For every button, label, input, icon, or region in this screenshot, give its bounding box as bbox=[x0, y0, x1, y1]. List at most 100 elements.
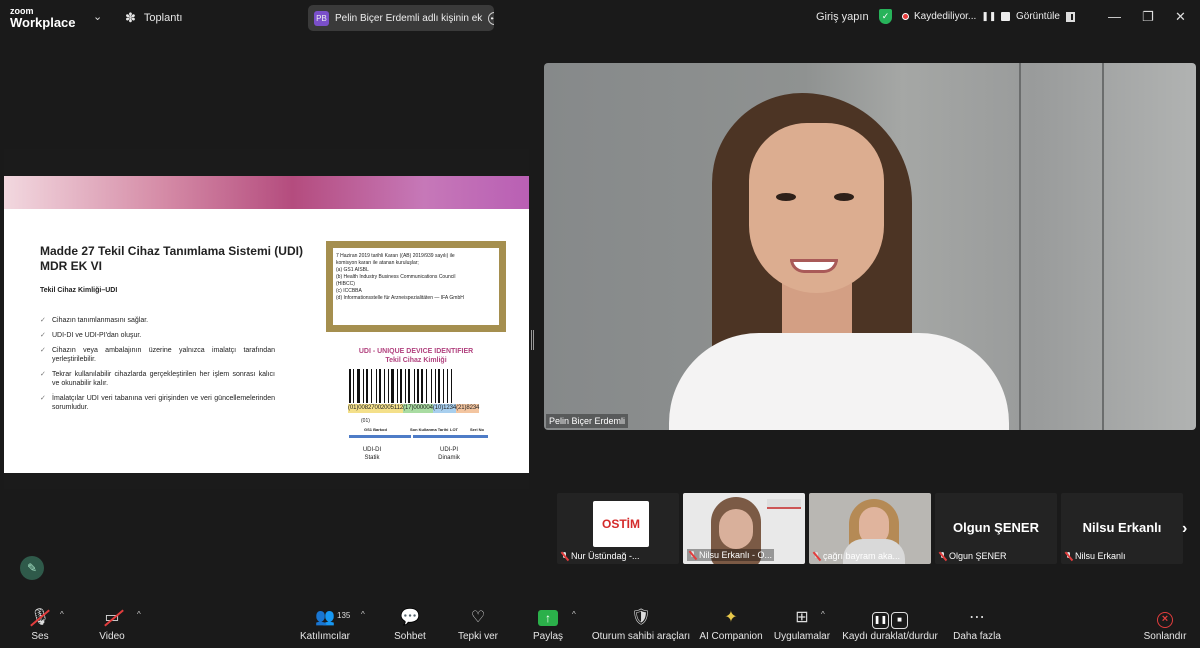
participant-big-name: Olgun ŞENER bbox=[953, 520, 1039, 535]
barcode-bar bbox=[387, 369, 389, 403]
apps-options-chevron-icon[interactable]: ^ bbox=[821, 610, 825, 619]
record-label: Kaydı duraklat/durdur bbox=[842, 631, 938, 642]
barcode-bar bbox=[446, 369, 448, 403]
participant-background-sign bbox=[767, 499, 801, 509]
box-line: (HIBCC) bbox=[336, 281, 355, 287]
meeting-label: Toplantı bbox=[143, 12, 183, 24]
speaker-eye bbox=[776, 193, 796, 201]
video-options-chevron-icon[interactable]: ^ bbox=[137, 610, 141, 619]
barcode-bar bbox=[365, 369, 368, 403]
barcode-bar bbox=[371, 369, 372, 403]
participants-options-chevron-icon[interactable]: ^ bbox=[361, 610, 365, 619]
barcode-bar bbox=[349, 369, 351, 403]
recording-indicator: Kaydediliyor... ❚❚ bbox=[902, 11, 1011, 22]
barcode-bar bbox=[404, 369, 406, 403]
presenter-avatar: PB bbox=[314, 10, 329, 26]
share-label: Paylaş bbox=[532, 631, 563, 642]
split-view-drag-handle[interactable] bbox=[531, 330, 534, 350]
udi-segment: (01)00827002005112 bbox=[348, 404, 404, 413]
participant-name: Nur Üstündağ -... bbox=[561, 551, 640, 561]
pencil-icon[interactable]: ✎ bbox=[20, 556, 44, 580]
mic-muted-icon bbox=[1065, 551, 1072, 561]
minimize-icon[interactable]: — bbox=[1108, 9, 1121, 24]
barcode-bar bbox=[421, 369, 424, 403]
udi-heading-line-2: Tekil Cihaz Kimliği bbox=[385, 357, 447, 364]
slide-bullet-list: Cihazın tanımlanmasını sağlar. UDI-DI ve… bbox=[40, 316, 275, 418]
barcode-bar bbox=[376, 369, 378, 403]
pause-recording-icon[interactable]: ❚❚ bbox=[981, 11, 996, 22]
video-button[interactable]: ▭ Video bbox=[96, 608, 128, 642]
share-options-chevron-icon[interactable]: ^ bbox=[572, 610, 576, 619]
participant-name: Nilsu Erkanlı bbox=[1065, 551, 1126, 561]
wall-panel-line bbox=[1019, 63, 1021, 430]
stop-recording-icon[interactable] bbox=[1001, 12, 1011, 21]
udi-di-bracket bbox=[349, 435, 411, 438]
host-tools-button[interactable]: 🛡 Oturum sahibi araçları bbox=[591, 608, 691, 642]
close-icon[interactable]: ✕ bbox=[1175, 9, 1186, 25]
pause-stop-icon: ❚❚ ■ bbox=[872, 612, 908, 629]
chat-button[interactable]: 💬 Sohbet bbox=[390, 608, 430, 642]
chevron-right-icon[interactable]: › bbox=[1182, 520, 1187, 538]
share-screen-button[interactable]: ↑ Paylaş bbox=[528, 608, 568, 642]
participant-name-text: Nilsu Erkanlı bbox=[1075, 551, 1126, 561]
microphone-muted-icon: 🎙 bbox=[29, 609, 51, 626]
more-label: Daha fazla bbox=[953, 631, 1001, 642]
view-button[interactable]: Görüntüle bbox=[1016, 11, 1075, 22]
udi-segment: (10)1234 bbox=[432, 404, 457, 413]
barcode-bar bbox=[414, 369, 415, 403]
box-line: 7 Haziran 2019 tarihli Kararı ((AB) 2019… bbox=[336, 253, 455, 259]
participant-tile[interactable]: Olgun ŞENER Olgun ŞENER bbox=[935, 493, 1057, 564]
security-shield-icon[interactable]: ✓ bbox=[879, 9, 892, 24]
barcode-bar bbox=[435, 369, 436, 403]
more-button[interactable]: ⋯ Daha fazla bbox=[951, 608, 1003, 642]
audio-label: Ses bbox=[31, 631, 49, 642]
view-label: Görüntüle bbox=[1016, 11, 1060, 22]
mic-muted-icon bbox=[939, 551, 946, 561]
end-meeting-button[interactable]: × Sonlandır bbox=[1140, 608, 1190, 642]
zoom-logo[interactable]: zoom Workplace bbox=[10, 6, 76, 29]
box-line: komisyon kararı ile atanan kuruluşlar; bbox=[336, 260, 419, 266]
record-controls-button[interactable]: ❚❚ ■ Kaydı duraklat/durdur bbox=[840, 608, 940, 642]
more-dots-icon: ⋯ bbox=[969, 609, 985, 626]
share-arrow-icon: ↑ bbox=[538, 610, 558, 626]
udi-label: GS1 Barkod bbox=[364, 427, 387, 432]
list-item: Tekrar kullanılabilir cihazlarda gerçekl… bbox=[40, 370, 275, 388]
chat-bubble-icon: 💬 bbox=[400, 609, 420, 626]
participant-tile[interactable]: çağrı bayram aka... bbox=[809, 493, 931, 564]
recording-dot-icon bbox=[902, 13, 909, 20]
udi-number: (01)00827002005112 (17)000004 (10)1234 (… bbox=[348, 404, 488, 413]
list-item: İmalatçılar UDI veri tabanına veri giriş… bbox=[40, 394, 275, 412]
participant-name-text: Nilsu Erkanlı - O... bbox=[699, 550, 773, 560]
participant-tile[interactable]: OSTİM Nur Üstündağ -... bbox=[557, 493, 679, 564]
ostim-logo-text: OSTİM bbox=[602, 517, 640, 531]
restore-icon[interactable]: ❐ bbox=[1142, 9, 1154, 25]
active-speaker-video[interactable]: Pelin Biçer Erdemli bbox=[544, 63, 1196, 430]
slide-subtitle: Tekil Cihaz Kimliği–UDI bbox=[40, 287, 118, 294]
react-button[interactable]: ♡ Tepki ver bbox=[454, 608, 502, 642]
meeting-info-button[interactable]: ✽ Toplantı bbox=[125, 10, 182, 26]
ai-companion-button[interactable]: ✦ AI Companion bbox=[699, 608, 763, 642]
box-line: (b) Health Industry Business Communicati… bbox=[336, 274, 456, 280]
participant-tile[interactable]: Nilsu Erkanlı Nilsu Erkanlı bbox=[1061, 493, 1183, 564]
udi-pi-label: UDI-PI Dinamik bbox=[429, 446, 469, 462]
participants-count: 135 bbox=[337, 611, 351, 620]
share-text: Pelin Biçer Erdemli adlı kişinin ek bbox=[335, 12, 483, 24]
udi-heading: UDI - UNIQUE DEVICE IDENTIFIER Tekil Cih… bbox=[349, 347, 483, 365]
chevron-down-icon[interactable]: ⌄ bbox=[93, 10, 102, 23]
udi-label: Son Kullanma Tarihi bbox=[410, 427, 449, 432]
audio-button[interactable]: 🎙 Ses bbox=[24, 608, 56, 642]
shared-screen: Madde 27 Tekil Cihaz Tanımlama Sistemi (… bbox=[4, 149, 529, 489]
sign-in-link[interactable]: Giriş yapın bbox=[816, 11, 869, 23]
more-options-icon[interactable]: ••• bbox=[488, 11, 494, 25]
udi-pi-name: UDI-PI bbox=[440, 447, 458, 453]
apps-label: Uygulamalar bbox=[773, 631, 831, 642]
list-item: UDI-DI ve UDI-PI'dan oluşur. bbox=[40, 331, 275, 340]
participant-name: Nilsu Erkanlı - O... bbox=[687, 549, 775, 561]
heart-icon: ♡ bbox=[470, 609, 486, 626]
slide-banner bbox=[4, 176, 529, 209]
barcode-bar bbox=[417, 369, 420, 403]
mic-muted-icon bbox=[561, 551, 568, 561]
screen-share-indicator[interactable]: PB Pelin Biçer Erdemli adlı kişinin ek •… bbox=[308, 5, 494, 31]
audio-options-chevron-icon[interactable]: ^ bbox=[60, 610, 64, 619]
participant-tile[interactable]: Nilsu Erkanlı - O... bbox=[683, 493, 805, 564]
